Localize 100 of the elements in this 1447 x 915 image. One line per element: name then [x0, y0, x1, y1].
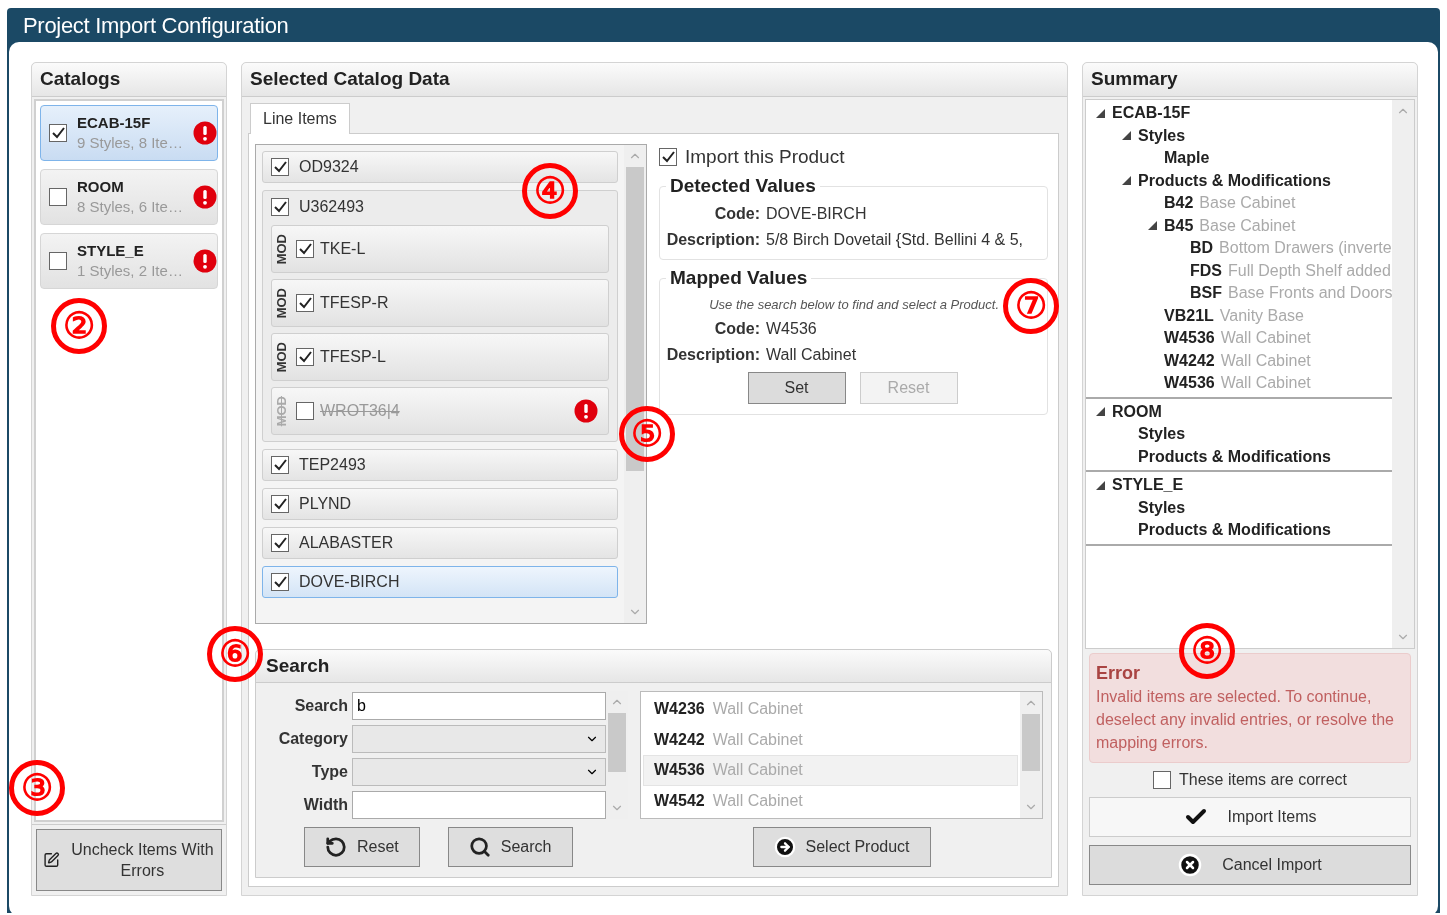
dropdown-field[interactable] [352, 724, 606, 753]
field-value: 5/8 Birch Dovetail {Std. Bellini 4 & 5, [766, 231, 1025, 249]
tree-item[interactable]: Styles [1138, 126, 1186, 145]
line-item[interactable]: TEP2493 [262, 449, 618, 481]
line-item-code: DOVE-BIRCH [299, 573, 400, 591]
tree-item[interactable]: Products & Modifications [1138, 521, 1331, 540]
result-item[interactable]: W4542 Wall Cabinet [643, 785, 1018, 816]
callout-number: ④ [522, 163, 578, 219]
checkbox[interactable] [271, 495, 289, 513]
x-circle-icon [1178, 853, 1203, 877]
tree-item[interactable]: Products & Modifications [1138, 171, 1331, 190]
checkbox[interactable] [659, 148, 677, 166]
input-field[interactable] [352, 790, 606, 819]
checkbox[interactable] [271, 573, 289, 591]
line-item[interactable]: ALABASTER [262, 527, 618, 559]
checkbox[interactable] [296, 348, 314, 366]
check-icon [298, 297, 312, 309]
result-item[interactable]: W4236 Wall Cabinet [643, 694, 1018, 725]
modification-row[interactable]: MOD TKE-L [271, 225, 609, 273]
expanded-triangle-icon[interactable] [1148, 221, 1157, 231]
tree-item[interactable]: W4536 [1164, 374, 1215, 393]
checkbox[interactable] [271, 158, 289, 176]
tree-item[interactable]: ECAB-15F [1112, 104, 1191, 123]
callout-number: ② [51, 298, 107, 354]
tree-item-description: Wall Cabinet [1220, 374, 1311, 393]
mod-label: MOD [274, 341, 290, 373]
field-label: Description: [666, 231, 760, 249]
line-item-code: TEP2493 [299, 456, 366, 474]
tree-item[interactable]: BSF [1190, 284, 1222, 303]
tree-item[interactable]: FDS [1190, 261, 1222, 280]
tree-item[interactable]: BD [1190, 239, 1214, 258]
callout-number: ③ [9, 760, 65, 816]
tree-item[interactable]: Styles [1138, 498, 1186, 517]
mod-label: MOD [274, 233, 290, 265]
checkbox[interactable] [296, 240, 314, 258]
checkbox[interactable] [296, 294, 314, 312]
line-item-code: OD9324 [299, 158, 359, 176]
tree-item-description: Bottom Drawers (inverte [1219, 239, 1392, 258]
result-code: W4242 [654, 730, 705, 749]
catalog-item[interactable]: ROOM 8 Styles, 6 Ite… [40, 169, 218, 225]
checkbox[interactable] [271, 198, 289, 216]
uncheck-errors-button[interactable]: Uncheck Items With Errors [36, 829, 222, 891]
expanded-triangle-icon[interactable] [1096, 407, 1105, 417]
result-description: Wall Cabinet [712, 730, 803, 749]
tree-item[interactable]: STYLE_E [1112, 476, 1184, 495]
result-item[interactable]: W4536 Wall Cabinet [643, 755, 1018, 786]
tree-item[interactable]: Maple [1164, 149, 1210, 168]
checkbox[interactable] [49, 252, 67, 270]
line-item-code: PLYND [299, 495, 352, 513]
expanded-triangle-icon[interactable] [1096, 480, 1105, 490]
tree-item-description: Wall Cabinet [1220, 351, 1311, 370]
checkbox[interactable] [49, 188, 67, 206]
check-icon [298, 351, 312, 363]
result-code: W4236 [654, 700, 705, 719]
arrow-right-circle-icon [773, 836, 796, 858]
check-icon [273, 498, 287, 510]
tree-item[interactable]: VB21L [1164, 306, 1214, 325]
tree-item[interactable]: Styles [1138, 425, 1186, 444]
cancel-button[interactable]: Cancel Import [1089, 845, 1411, 885]
callout-number: ⑧ [1179, 623, 1235, 679]
scrollbar[interactable] [1020, 692, 1042, 818]
tree-item[interactable]: ROOM [1112, 402, 1162, 421]
modification-code: TFESP-L [320, 348, 387, 366]
import-button[interactable]: Import Items [1089, 797, 1411, 837]
catalog-item[interactable]: STYLE_E 1 Styles, 2 Ite… [40, 233, 218, 289]
modification-code: TKE-L [320, 240, 367, 258]
panel-header: Search [256, 650, 1051, 683]
expanded-triangle-icon[interactable] [1096, 108, 1105, 118]
checkbox[interactable] [296, 402, 314, 420]
search-panel-button[interactable]: Select Product [752, 827, 931, 867]
catalog-item[interactable]: ECAB-15F 9 Styles, 8 Ite… [40, 105, 218, 161]
expanded-triangle-icon[interactable] [1122, 176, 1131, 186]
tree-item[interactable]: B42 [1164, 194, 1194, 213]
action-button[interactable]: Set [747, 372, 846, 404]
result-item[interactable]: W4242 Wall Cabinet [643, 724, 1018, 755]
tree-item[interactable]: Products & Modifications [1138, 447, 1331, 466]
tab[interactable]: Line Items [250, 103, 350, 134]
checkbox[interactable] [1152, 771, 1171, 789]
tree-item[interactable]: W4536 [1164, 329, 1215, 348]
hint-text: Use the search below to find and select a Product. [708, 297, 1000, 312]
field-label: Type [310, 761, 348, 782]
modification-row[interactable]: MOD TFESP-L [271, 333, 609, 381]
dropdown-field[interactable] [352, 757, 606, 786]
modification-code: TFESP-R [320, 294, 390, 312]
line-item[interactable]: DOVE-BIRCH [262, 566, 618, 598]
search-panel-button[interactable]: Reset [304, 827, 420, 867]
modification-row[interactable]: MOD TFESP-R [271, 279, 609, 327]
line-item[interactable]: PLYND [262, 488, 618, 520]
tree-item[interactable]: W4242 [1164, 351, 1215, 370]
expanded-triangle-icon[interactable] [1122, 131, 1131, 141]
checkbox[interactable] [49, 124, 67, 142]
checkbox[interactable] [271, 456, 289, 474]
tree-item[interactable]: B45 [1164, 216, 1194, 235]
input-field[interactable]: b [352, 691, 606, 720]
field-value: Wall Cabinet [766, 346, 858, 364]
catalog-name: ECAB-15F [77, 113, 152, 133]
search-panel-button[interactable]: Search [447, 827, 573, 867]
check-icon [273, 576, 287, 588]
search-icon [468, 836, 491, 858]
checkbox[interactable] [271, 534, 289, 552]
